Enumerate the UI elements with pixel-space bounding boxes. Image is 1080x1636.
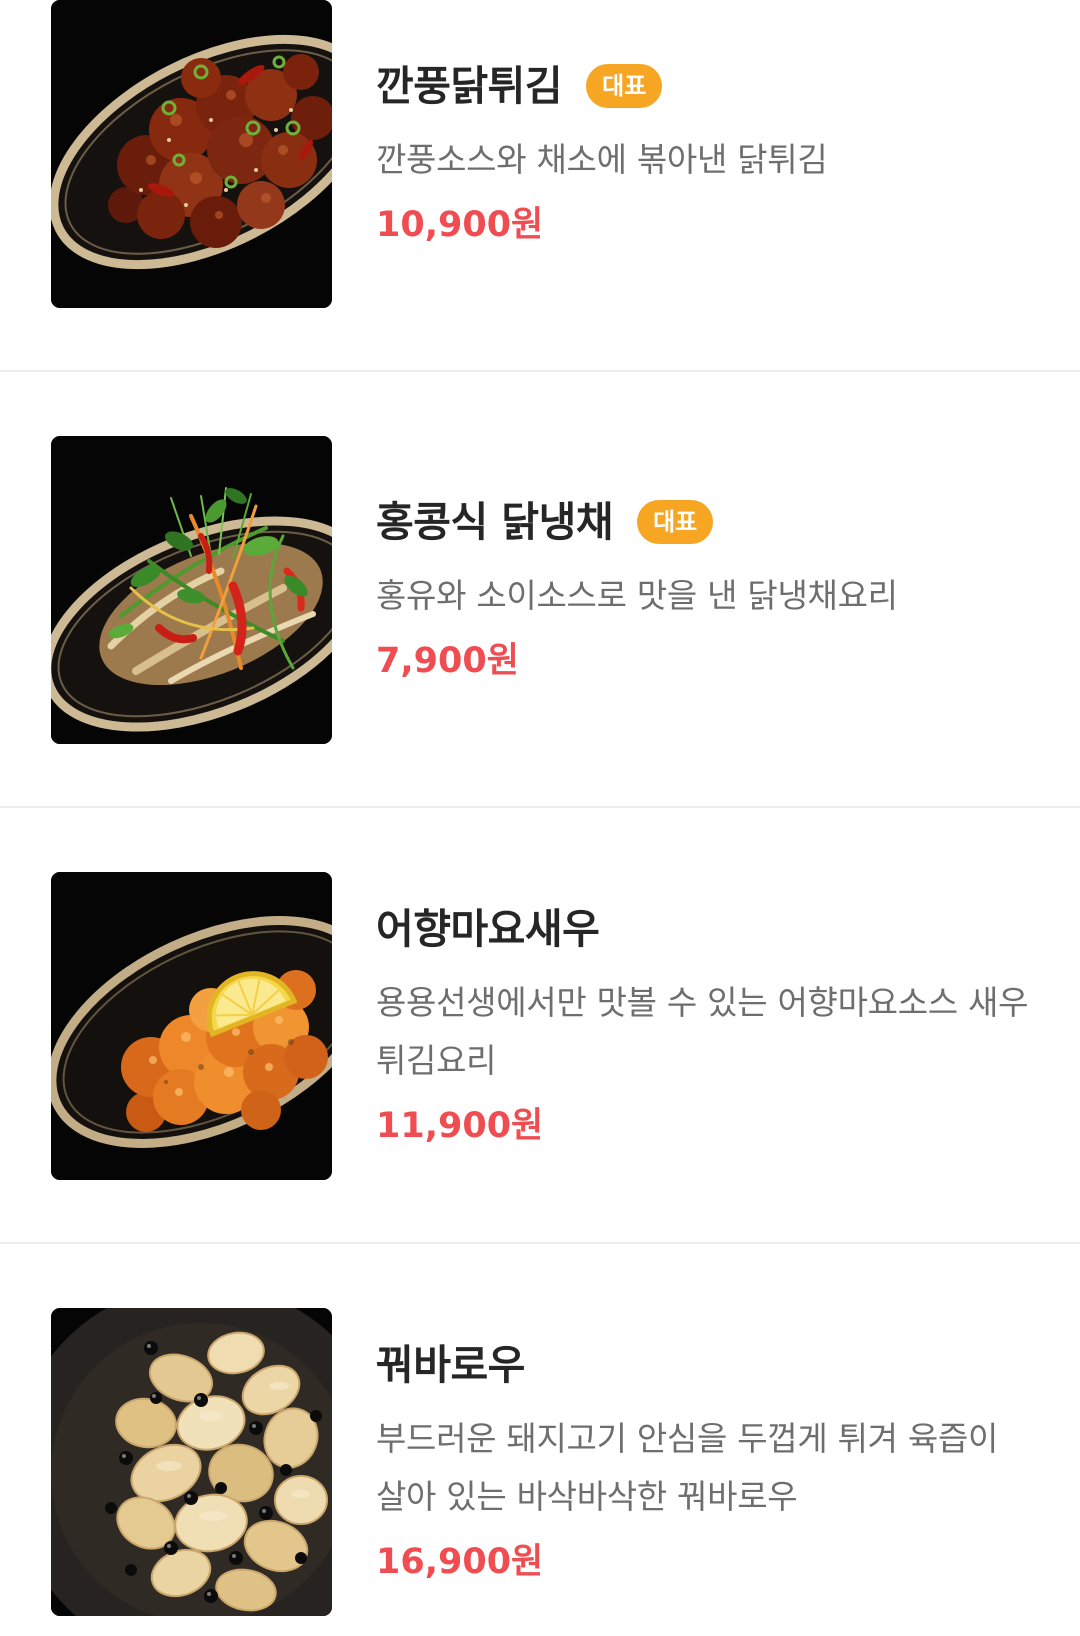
dish-photo [51, 436, 332, 744]
title-row: 홍콩식 닭냉채 대표 [376, 494, 1036, 550]
menu-item-price: 11,900원 [376, 1105, 544, 1146]
menu-item-description: 용용선생에서만 맛볼 수 있는 어향마요소스 새우튀김요리 [376, 982, 1029, 1080]
signature-badge: 대표 [637, 499, 714, 544]
menu-item-name: 어향마요새우 [376, 904, 600, 953]
menu-item-name: 꿔바로우 [376, 1340, 525, 1389]
title-row: 어향마요새우 [376, 901, 1036, 957]
menu-item[interactable]: 홍콩식 닭냉채 대표 홍유와 소이소스로 맛을 낸 닭냉채요리 7,900원 [0, 372, 1080, 808]
title-row: 꿔바로우 [376, 1337, 1036, 1393]
menu-item-description: 깐풍소스와 채소에 볶아낸 닭튀김 [376, 139, 828, 179]
dish-photo [51, 0, 332, 308]
menu-item-price: 16,900원 [376, 1541, 544, 1582]
mayo-shrimp-photo [51, 872, 332, 1180]
menu-item[interactable]: 어향마요새우 용용선생에서만 맛볼 수 있는 어향마요소스 새우튀김요리 11,… [0, 808, 1080, 1244]
menu-item-info: 어향마요새우 용용선생에서만 맛볼 수 있는 어향마요소스 새우튀김요리 11,… [376, 901, 1036, 1152]
menu-item-description: 홍유와 소이소스로 맛을 낸 닭냉채요리 [376, 575, 898, 615]
signature-badge: 대표 [586, 63, 663, 108]
menu-item-price: 10,900원 [376, 204, 544, 245]
chicken-salad-photo [51, 436, 332, 744]
dish-photo [51, 1308, 332, 1616]
menu-item-price: 7,900원 [376, 640, 519, 681]
menu-item[interactable]: 꿔바로우 부드러운 돼지고기 안심을 두껍게 튀겨 육즙이 살아 있는 바삭바삭… [0, 1244, 1080, 1636]
menu-item-info: 홍콩식 닭냉채 대표 홍유와 소이소스로 맛을 낸 닭냉채요리 7,900원 [376, 494, 1036, 687]
menu-list: 깐풍닭튀김 대표 깐풍소스와 채소에 볶아낸 닭튀김 10,900원 홍콩식 닭… [0, 0, 1080, 1636]
menu-item-description: 부드러운 돼지고기 안심을 두껍게 튀겨 육즙이 살아 있는 바삭바삭한 꿔바로… [376, 1418, 999, 1516]
title-row: 깐풍닭튀김 대표 [376, 58, 1036, 114]
menu-item-info: 깐풍닭튀김 대표 깐풍소스와 채소에 볶아낸 닭튀김 10,900원 [376, 58, 1036, 251]
menu-item-info: 꿔바로우 부드러운 돼지고기 안심을 두껍게 튀겨 육즙이 살아 있는 바삭바삭… [376, 1337, 1036, 1588]
menu-item-name: 깐풍닭튀김 [376, 61, 563, 110]
kkanpung-chicken-photo [51, 0, 332, 308]
guobaorou-photo [51, 1308, 332, 1616]
menu-item-name: 홍콩식 닭냉채 [376, 497, 614, 546]
menu-item[interactable]: 깐풍닭튀김 대표 깐풍소스와 채소에 볶아낸 닭튀김 10,900원 [0, 0, 1080, 372]
dish-photo [51, 872, 332, 1180]
